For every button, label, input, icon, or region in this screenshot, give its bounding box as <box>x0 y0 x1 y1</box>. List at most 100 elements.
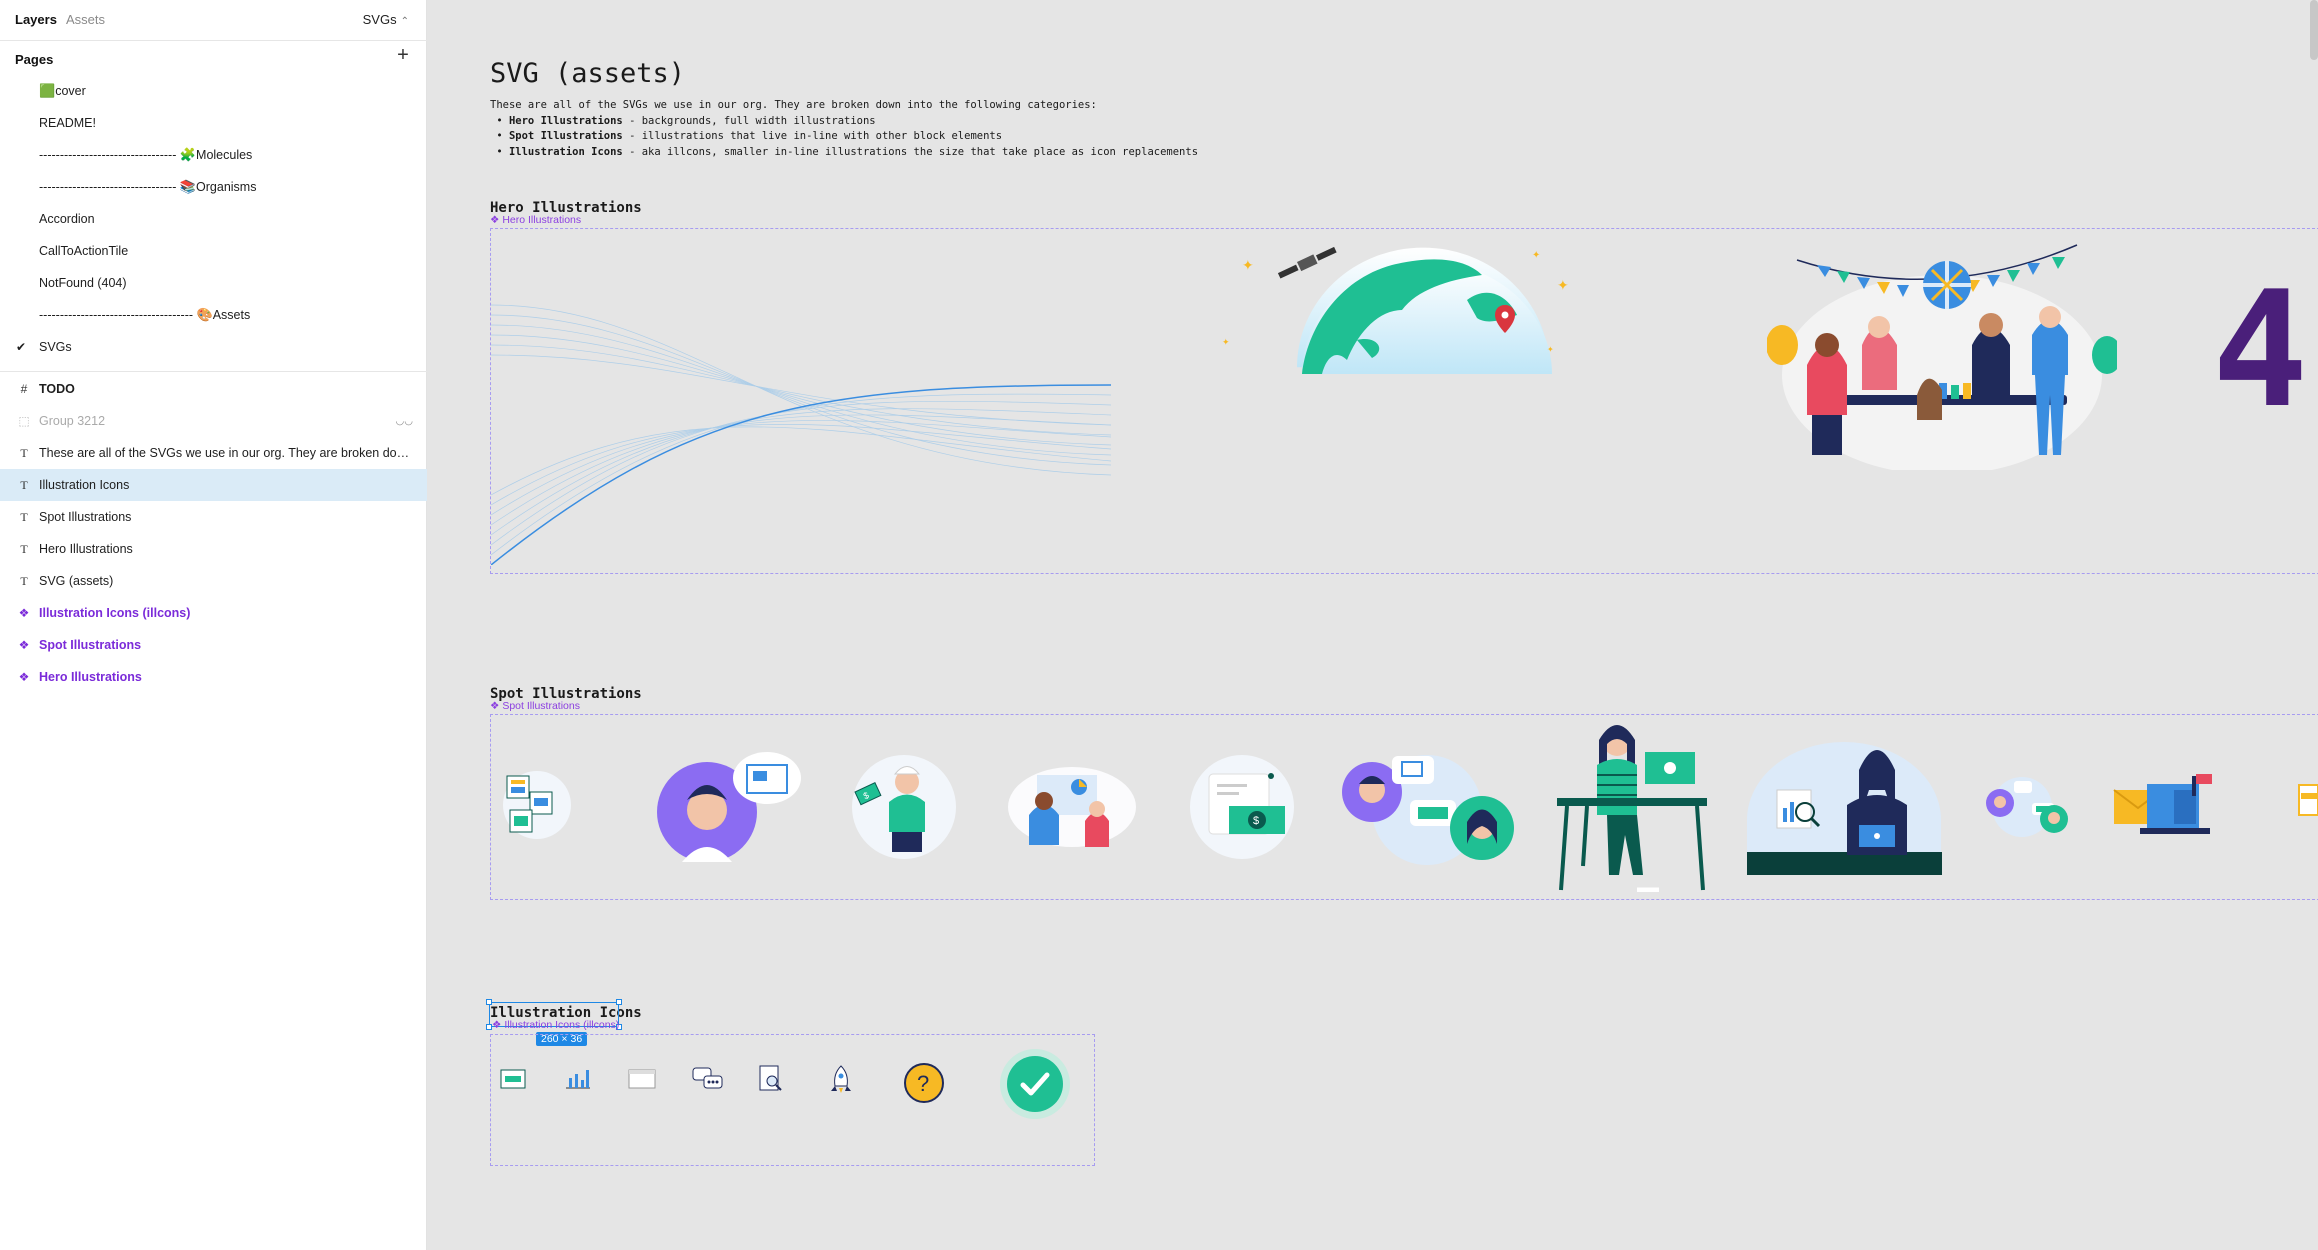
help-question-illcon-icon: ? <box>904 1063 944 1103</box>
component-icon: ❖ <box>18 638 30 652</box>
layer-spot-component[interactable]: ❖ Spot Illustrations <box>0 629 427 661</box>
layer-spot-illustrations-text[interactable]: T Spot Illustrations <box>0 501 427 533</box>
layer-group-3212[interactable]: ⬚ Group 3212 ◡◡ <box>0 405 427 437</box>
clipped-spot-illustration <box>2298 784 2318 816</box>
description-item: • Spot Illustrations - illustrations tha… <box>490 130 1003 142</box>
svg-text:✦: ✦ <box>1557 277 1569 293</box>
component-icon: ❖ <box>490 700 503 712</box>
description-item: • Hero Illustrations - backgrounds, full… <box>490 114 876 127</box>
spot-frame-tag[interactable]: ❖ Spot Illustrations <box>490 700 580 712</box>
card-illcon-icon <box>500 1069 526 1089</box>
canvas-scrollbar[interactable] <box>2310 0 2318 60</box>
layer-label: Illustration Icons (illcons) <box>39 606 191 620</box>
woman-analytics-spot-illustration <box>1747 742 1942 875</box>
layer-label: SVG (assets) <box>39 574 114 588</box>
description-item: • Illustration Icons - aka illcons, smal… <box>490 145 1199 158</box>
cover-emoji-icon: 🟩 <box>39 83 56 98</box>
group-icon: ⬚ <box>18 414 30 428</box>
team-presentation-spot-illustration <box>1008 767 1136 847</box>
chat-bubbles-illcon-icon <box>692 1067 723 1089</box>
globe-hero-illustration: ✦ ✦ ✦ ✦ ✦ <box>1222 246 1569 374</box>
page-item-notfound[interactable]: NotFound (404) <box>0 267 427 299</box>
layer-illcons-component[interactable]: ❖ Illustration Icons (illcons) <box>0 597 427 629</box>
layer-todo[interactable]: # TODO <box>0 373 427 405</box>
wave-lines-illustration <box>491 304 1111 565</box>
design-canvas[interactable]: SVG (assets) These are all of the SVGs w… <box>427 0 2318 1250</box>
page-item-cover[interactable]: 🟩cover <box>0 75 427 107</box>
hidden-eye-icon[interactable]: ◡◡ <box>396 416 413 427</box>
tab-layers[interactable]: Layers <box>15 12 57 27</box>
text-icon: T <box>20 509 28 524</box>
component-icon: ❖ <box>492 1019 505 1031</box>
illcons-frame-tag[interactable]: ❖ Illustration Icons (illcons) <box>492 1019 619 1031</box>
page-item-label: SVGs <box>39 340 72 354</box>
page-item-accordion[interactable]: Accordion <box>0 203 427 235</box>
hero-frame-tag[interactable]: ❖ Hero Illustrations <box>490 214 581 226</box>
layer-label: Spot Illustrations <box>39 510 132 524</box>
layer-label: Hero Illustrations <box>39 542 133 556</box>
tab-assets[interactable]: Assets <box>66 12 105 27</box>
small-chat-spot-illustration <box>1986 777 2068 837</box>
layer-description-text[interactable]: T These are all of the SVGs we use in our… <box>0 437 427 469</box>
page-item-label: cover <box>55 84 86 98</box>
text-icon: T <box>20 541 28 556</box>
page-item-calltoactiontile[interactable]: CallToActionTile <box>0 235 427 267</box>
component-icon: ❖ <box>490 214 503 226</box>
layer-hero-component[interactable]: ❖ Hero Illustrations <box>0 661 427 693</box>
page-item-label: --------------------------------- <box>39 180 180 194</box>
layer-label: Group 3212 <box>39 414 106 428</box>
mailbox-spot-illustration <box>2113 774 2212 834</box>
page-switcher[interactable]: SVGs ⌃ <box>363 12 409 27</box>
page-item-svgs[interactable]: ✔ SVGs <box>0 331 427 363</box>
layer-hero-illustrations-text[interactable]: T Hero Illustrations <box>0 533 427 565</box>
add-page-button[interactable]: + <box>394 45 412 65</box>
page-item-label: ------------------------------------- <box>39 308 197 322</box>
page-item-readme[interactable]: README! <box>0 107 427 139</box>
page-item-organisms[interactable]: --------------------------------- 📚Organ… <box>0 171 427 203</box>
description-text[interactable]: These are all of the SVGs we use in our … <box>490 98 1198 160</box>
pages-title: Pages <box>15 52 54 67</box>
layers-panel: Layers Assets SVGs ⌃ Pages + 🟩cover READM… <box>0 0 427 1250</box>
person-chat-spot-illustration <box>657 752 801 862</box>
layer-svg-assets-text[interactable]: T SVG (assets) <box>0 565 427 597</box>
money-document-spot-illustration: $ <box>1190 755 1294 859</box>
page-title[interactable]: SVG (assets) <box>490 58 685 89</box>
browser-window-illcon-icon <box>628 1069 656 1089</box>
party-hero-illustration <box>1767 244 2117 470</box>
layer-illustration-icons-text[interactable]: T Illustration Icons <box>0 469 427 501</box>
layer-label: Hero Illustrations <box>39 670 142 684</box>
svg-text:✦: ✦ <box>1242 257 1254 273</box>
document-search-illcon-icon <box>759 1065 782 1091</box>
text-icon: T <box>20 573 28 588</box>
checkmark-icon: ✔ <box>16 340 27 354</box>
puzzle-emoji-icon: 🧩 <box>179 147 197 162</box>
page-item-label: NotFound (404) <box>39 276 127 290</box>
page-item-assets[interactable]: ------------------------------------- 🎨A… <box>0 299 427 331</box>
woman-money-spot-illustration: $ <box>852 755 956 859</box>
svg-text:?: ? <box>917 1071 929 1096</box>
layer-label: Illustration Icons <box>39 478 130 492</box>
page-switcher-label: SVGs <box>362 12 397 27</box>
bar-chart-illcon-icon <box>566 1070 590 1089</box>
component-icon: ❖ <box>18 670 30 684</box>
books-emoji-icon: 📚 <box>179 179 197 194</box>
page-item-label: README! <box>39 116 96 130</box>
page-item-label: CallToActionTile <box>39 244 129 258</box>
chevron-up-icon: ⌃ <box>400 16 409 27</box>
layer-label: Spot Illustrations <box>39 638 142 652</box>
description-intro: These are all of the SVGs we use in our … <box>490 99 1097 111</box>
rocket-illcon-icon <box>831 1065 851 1093</box>
component-icon: ❖ <box>18 606 30 620</box>
page-item-suffix: Assets <box>212 308 251 322</box>
text-icon: T <box>20 477 28 492</box>
panel-tabs: Layers Assets SVGs ⌃ <box>0 0 427 41</box>
svg-text:$: $ <box>1253 815 1259 827</box>
svg-text:✦: ✦ <box>1547 345 1554 354</box>
conversation-spot-illustration <box>1342 755 1514 865</box>
resize-handle[interactable] <box>486 999 492 1005</box>
svg-text:✦: ✦ <box>1222 337 1230 347</box>
frame-hash-icon: # <box>20 382 28 396</box>
page-item-molecules[interactable]: --------------------------------- 🧩Molec… <box>0 139 427 171</box>
documents-spot-illustration <box>503 771 571 839</box>
resize-handle[interactable] <box>616 999 622 1005</box>
